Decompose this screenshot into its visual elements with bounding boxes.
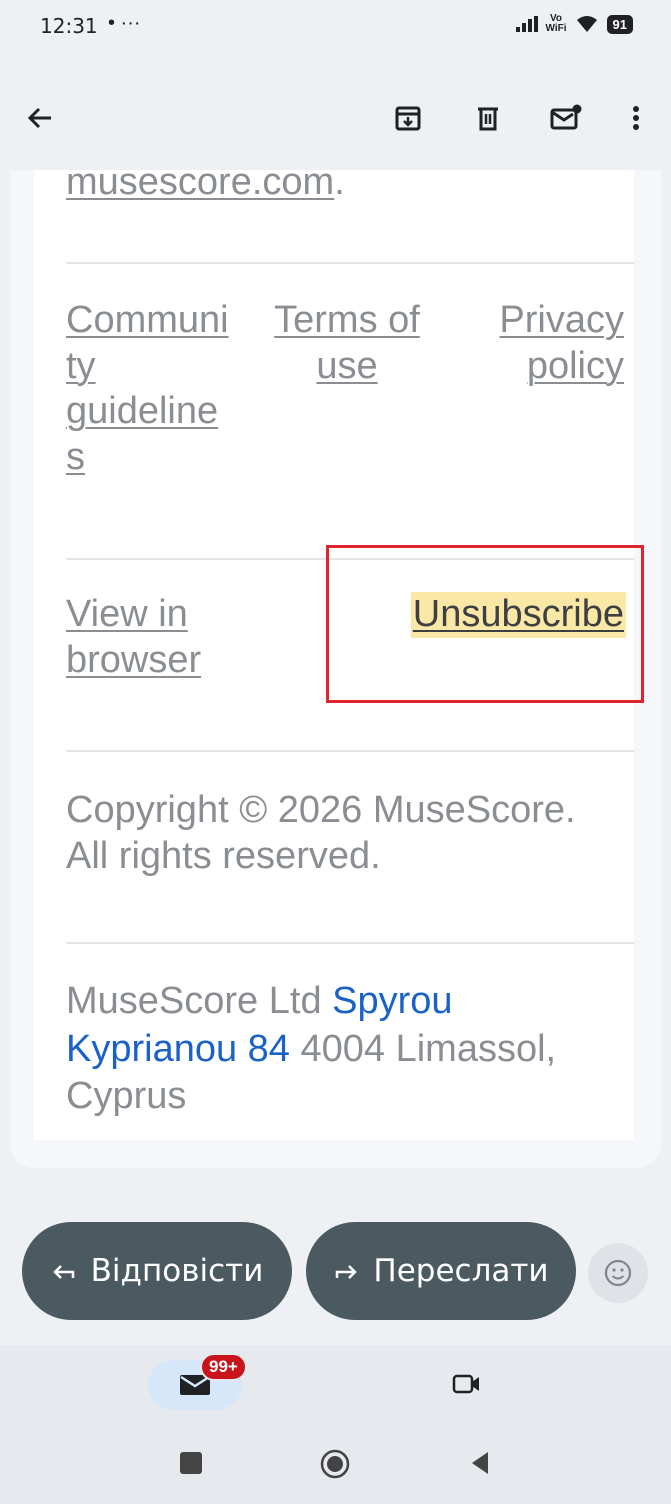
reply-label: Відповісти bbox=[90, 1253, 264, 1289]
divider bbox=[66, 750, 634, 752]
signal-icon bbox=[515, 16, 538, 32]
emoji-reaction-button[interactable] bbox=[588, 1243, 648, 1303]
arrow-left-icon bbox=[27, 107, 51, 129]
back-nav-button[interactable] bbox=[468, 1450, 492, 1481]
company-address: MuseScore Ltd Spyrou Kyprianou 84 4004 L… bbox=[66, 980, 557, 1117]
privacy-policy-link[interactable]: Privacy policy bbox=[499, 298, 624, 389]
battery-icon: 91 bbox=[606, 14, 633, 34]
home-button[interactable] bbox=[319, 1448, 351, 1485]
forward-icon bbox=[336, 1265, 358, 1279]
status-time: 12:31 bbox=[40, 14, 98, 38]
recents-button[interactable] bbox=[178, 1450, 204, 1481]
home-circle-icon bbox=[320, 1449, 350, 1479]
view-in-browser-link[interactable]: View in browser bbox=[66, 592, 201, 683]
terms-of-use-link[interactable]: Terms of use bbox=[264, 298, 430, 389]
meet-tab[interactable] bbox=[452, 1371, 482, 1402]
trash-icon bbox=[478, 107, 498, 131]
copyright-text: Copyright © 2026 MuseScore. All rights r… bbox=[66, 789, 576, 877]
reply-button[interactable]: Відповісти bbox=[22, 1222, 292, 1320]
vowifi-icon: Vo WiFi bbox=[545, 13, 567, 34]
forward-label: Переслати bbox=[373, 1253, 549, 1289]
divider bbox=[66, 942, 634, 944]
triangle-back-icon bbox=[472, 1452, 488, 1474]
more-vertical-icon bbox=[633, 106, 639, 130]
reply-icon bbox=[52, 1265, 74, 1279]
smiley-icon bbox=[604, 1259, 632, 1287]
forward-button[interactable]: Переслати bbox=[306, 1222, 576, 1320]
musescore-link[interactable]: musescore.com bbox=[66, 161, 334, 203]
mark-unread-button[interactable] bbox=[548, 100, 584, 136]
delete-button[interactable] bbox=[470, 100, 506, 136]
status-indicators: Vo WiFi 91 bbox=[515, 13, 633, 34]
divider bbox=[66, 262, 634, 264]
back-button[interactable] bbox=[22, 100, 58, 136]
notification-icons: • ··· bbox=[108, 12, 141, 34]
email-toolbar bbox=[0, 60, 671, 170]
video-icon bbox=[452, 1374, 479, 1394]
archive-button[interactable] bbox=[390, 100, 426, 136]
community-guidelines-link[interactable]: Communi ty guideline s bbox=[66, 298, 229, 480]
unread-badge: 99+ bbox=[200, 1353, 247, 1381]
more-options-button[interactable] bbox=[618, 100, 654, 136]
archive-icon bbox=[395, 106, 421, 131]
wifi-icon bbox=[576, 16, 597, 32]
status-bar: 12:31 • ··· Vo WiFi 91 bbox=[0, 0, 671, 60]
domain-line: musescore.com. bbox=[66, 161, 345, 203]
square-icon bbox=[180, 1452, 202, 1474]
mail-unread-icon bbox=[550, 104, 582, 130]
highlight-box bbox=[326, 545, 644, 703]
